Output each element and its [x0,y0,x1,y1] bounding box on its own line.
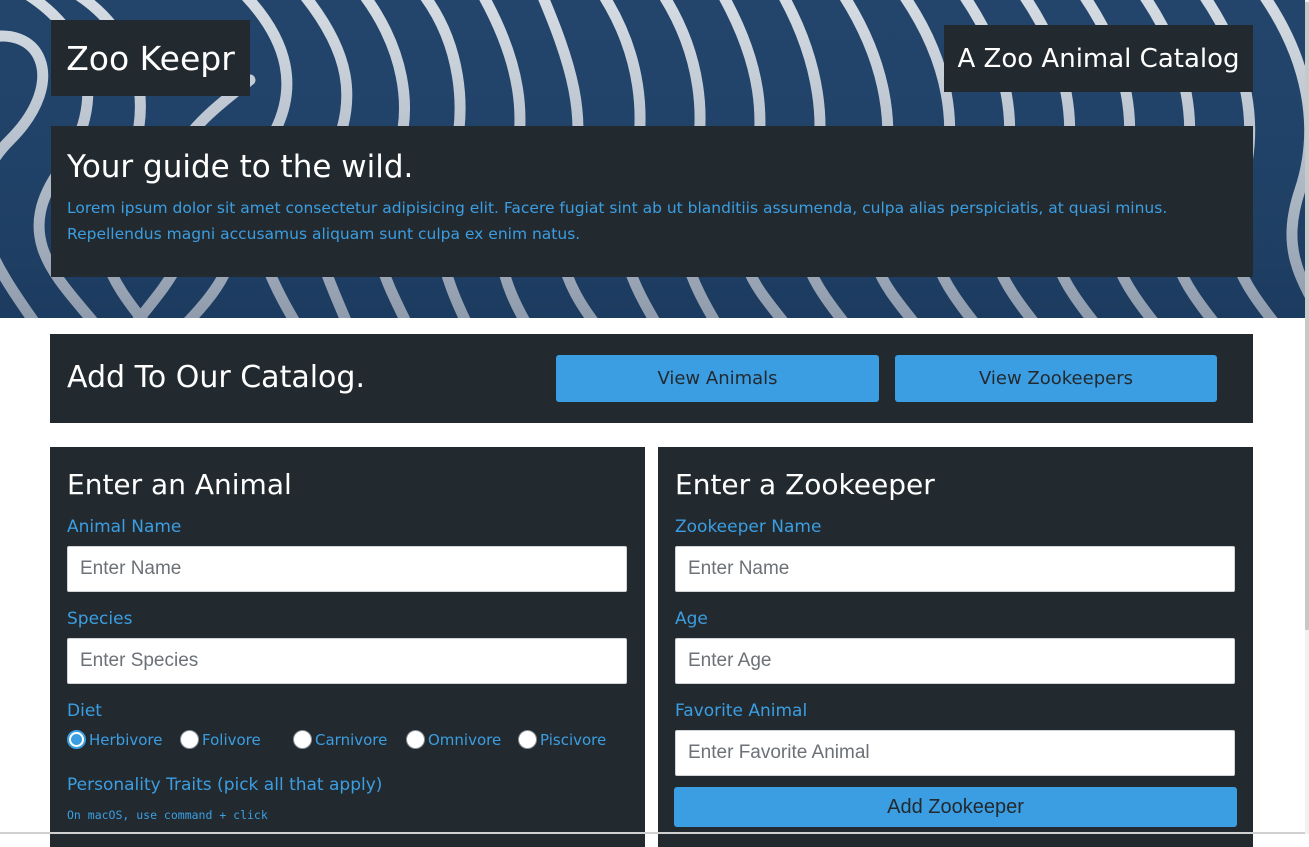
zookeeper-name-label: Zookeeper Name [675,517,822,537]
radio-unchecked-icon[interactable] [180,730,199,749]
view-animals-label: View Animals [657,368,778,389]
traits-label: Personality Traits (pick all that apply) [67,775,383,795]
diet-option-label: Herbivore [89,730,163,749]
intro-card: Your guide to the wild. Lorem ipsum dolo… [51,126,1253,277]
view-animals-button[interactable]: View Animals [556,355,879,402]
age-label: Age [675,609,708,629]
view-zookeepers-label: View Zookeepers [978,368,1133,389]
zookeeper-form: Enter a Zookeeper Zookeeper Name Age Fav… [658,447,1253,847]
site-brand[interactable]: Zoo Keepr [51,20,250,96]
diet-option-label: Carnivore [315,730,388,749]
diet-radio-herbivore[interactable]: Herbivore [67,730,162,749]
brand-text: Zoo Keepr [66,38,235,78]
tagline-text: A Zoo Animal Catalog [957,43,1240,74]
radio-unchecked-icon[interactable] [518,730,537,749]
catalog-bar: Add To Our Catalog. View Animals View Zo… [50,334,1253,423]
diet-radio-piscivore[interactable]: Piscivore [518,730,606,749]
diet-radio-omnivore[interactable]: Omnivore [406,730,501,749]
age-input[interactable] [675,638,1235,684]
radio-unchecked-icon[interactable] [293,730,312,749]
zookeeper-form-title: Enter a Zookeeper [675,468,935,501]
favorite-animal-input[interactable] [675,730,1235,776]
radio-unchecked-icon[interactable] [406,730,425,749]
animal-name-input[interactable] [67,546,627,592]
radio-checked-icon[interactable] [67,730,86,749]
view-zookeepers-button[interactable]: View Zookeepers [895,355,1217,402]
scrollbar-thumb[interactable] [1305,2,1309,630]
intro-body: Lorem ipsum dolor sit amet consectetur a… [67,199,1168,243]
diet-option-label: Piscivore [540,730,607,749]
diet-option-label: Omnivore [428,730,502,749]
intro-title: Your guide to the wild. [67,149,414,185]
add-zookeeper-button[interactable]: Add Zookeeper [674,787,1237,827]
animal-name-label: Animal Name [67,517,182,537]
catalog-title: Add To Our Catalog. [67,360,365,395]
animal-form: Enter an Animal Animal Name Species Diet… [50,447,645,847]
diet-radio-folivore[interactable]: Folivore [180,730,261,749]
add-zookeeper-label: Add Zookeeper [887,795,1024,818]
page-scrollbar[interactable] [1305,0,1309,834]
species-input[interactable] [67,638,627,684]
hero-banner: Zoo Keepr A Zoo Animal Catalog Your guid… [0,0,1305,318]
species-label: Species [67,609,133,629]
traits-hint: On macOS, use command + click [67,808,268,822]
zookeeper-name-input[interactable] [675,546,1235,592]
diet-radio-group: Herbivore Folivore Carnivore Omnivore Pi… [67,730,627,754]
diet-radio-carnivore[interactable]: Carnivore [293,730,387,749]
diet-option-label: Folivore [202,730,261,749]
animal-form-title: Enter an Animal [67,468,292,501]
favorite-animal-label: Favorite Animal [675,701,808,721]
diet-label: Diet [67,701,102,721]
site-tagline: A Zoo Animal Catalog [944,25,1253,92]
